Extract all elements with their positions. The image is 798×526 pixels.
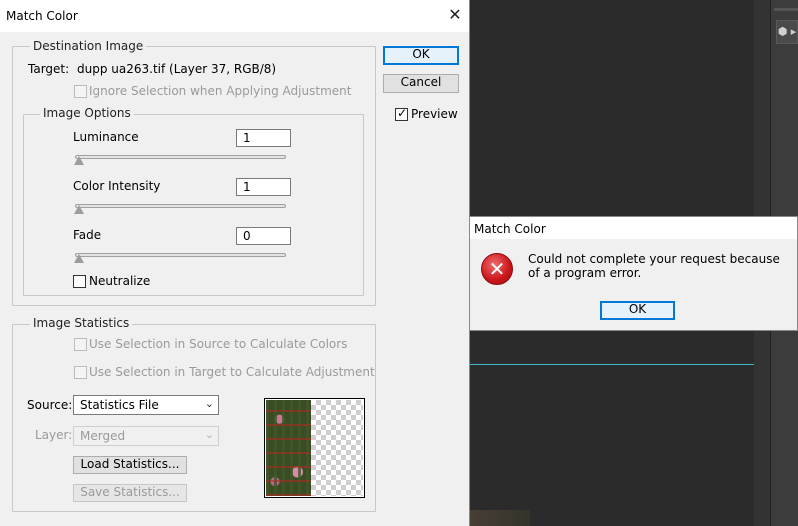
dialog-titlebar[interactable]: Match Color ✕ [0, 0, 469, 32]
thumbnail-image [266, 400, 311, 496]
error-message: Could not complete your request because … [528, 252, 780, 280]
neutralize-label: Neutralize [89, 274, 151, 288]
error-ok-button[interactable]: OK [600, 301, 675, 320]
color-intensity-slider-thumb[interactable] [74, 205, 84, 214]
image-options-legend: Image Options [40, 106, 134, 120]
use-target-selection-label: Use Selection in Target to Calculate Adj… [89, 365, 375, 379]
target-value: dupp ua263.tif (Layer 37, RGB/8) [77, 62, 277, 76]
check-icon: ✓ [397, 106, 408, 120]
ignore-selection-checkbox[interactable] [74, 85, 87, 98]
neutralize-checkbox[interactable] [73, 275, 86, 288]
luminance-slider[interactable] [75, 155, 286, 159]
luminance-label: Luminance [73, 130, 139, 144]
source-label: Source: [27, 398, 73, 412]
layer-select[interactable]: Merged ⌄ [73, 426, 219, 446]
error-icon: ✕ [481, 253, 513, 285]
source-select-value: Statistics File [80, 398, 159, 412]
preview-label: Preview [411, 107, 458, 121]
use-source-selection-checkbox[interactable] [74, 338, 87, 351]
fade-input[interactable]: 0 [236, 227, 291, 245]
color-intensity-input[interactable]: 1 [236, 178, 291, 196]
color-intensity-slider[interactable] [75, 204, 286, 208]
layer-select-value: Merged [80, 429, 126, 443]
chevron-down-icon: ⌄ [204, 428, 214, 441]
luminance-slider-thumb[interactable] [74, 156, 84, 165]
dock-grip[interactable] [774, 8, 798, 11]
color-intensity-label: Color Intensity [73, 179, 161, 193]
layer-label: Layer: [35, 428, 73, 442]
use-source-selection-label: Use Selection in Source to Calculate Col… [89, 337, 348, 351]
canvas-image [470, 510, 530, 526]
cancel-button[interactable]: Cancel [383, 74, 459, 93]
chevron-down-icon: ⌄ [204, 397, 214, 410]
dialog-title: Match Color [6, 9, 78, 23]
load-statistics-button[interactable]: Load Statistics... [73, 456, 187, 474]
destination-image-legend: Destination Image [30, 39, 147, 53]
use-target-selection-checkbox[interactable] [74, 366, 87, 379]
ignore-selection-label: Ignore Selection when Applying Adjustmen… [89, 84, 352, 98]
fade-slider[interactable] [75, 253, 286, 257]
close-icon[interactable]: ✕ [446, 6, 464, 24]
error-dialog-titlebar[interactable]: Match Color [470, 217, 797, 239]
thumbnail-transparency [311, 400, 363, 496]
save-statistics-button[interactable]: Save Statistics... [73, 484, 187, 502]
source-select[interactable]: Statistics File ⌄ [73, 395, 219, 415]
source-thumbnail [264, 398, 365, 498]
ok-button[interactable]: OK [383, 46, 459, 65]
error-dialog-title: Match Color [474, 222, 546, 236]
canvas-guide-line [470, 364, 754, 365]
fade-slider-thumb[interactable] [74, 254, 84, 263]
preview-checkbox[interactable]: ✓ [395, 106, 408, 121]
cube-icon[interactable]: ⬢ ▸ [776, 20, 798, 44]
target-label: Target: [28, 62, 70, 76]
match-color-dialog: Match Color ✕ Destination Image Target: … [0, 0, 470, 526]
fade-label: Fade [73, 228, 102, 242]
image-statistics-legend: Image Statistics [30, 316, 133, 330]
luminance-input[interactable]: 1 [236, 129, 291, 147]
error-dialog: Match Color ✕ Could not complete your re… [469, 216, 798, 331]
